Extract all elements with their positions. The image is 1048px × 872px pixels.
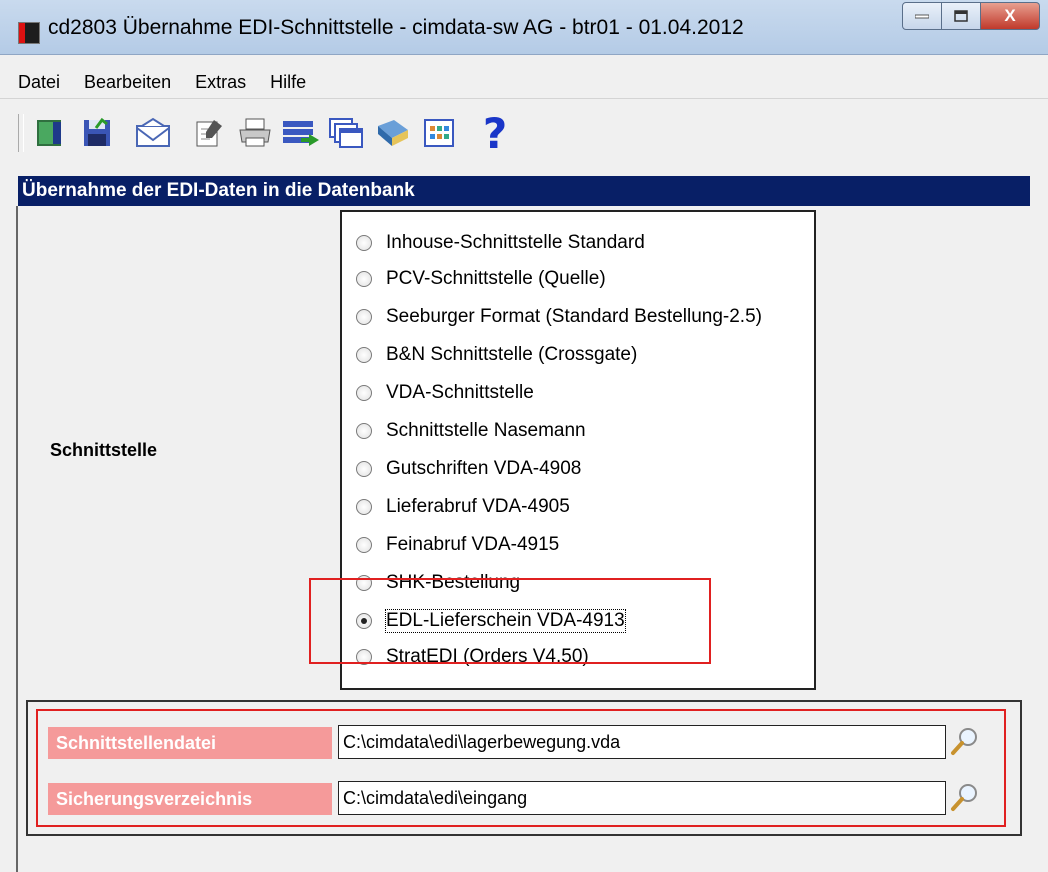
maximize-button[interactable] <box>942 2 981 30</box>
radio-label: Feinabruf VDA-4915 <box>386 534 560 555</box>
print-icon <box>239 118 271 147</box>
maximize-icon <box>954 10 968 22</box>
toolbar: ? <box>0 104 1048 162</box>
windows-button[interactable] <box>327 113 367 153</box>
section-header: Übernahme der EDI-Daten in die Datenbank <box>18 176 1030 206</box>
grid-calendar-icon <box>424 119 454 147</box>
minimize-button[interactable] <box>902 2 942 30</box>
close-icon: X <box>1004 6 1016 25</box>
radio-option-feinabruf[interactable]: Feinabruf VDA-4915 <box>356 530 559 560</box>
save-button[interactable] <box>77 113 117 153</box>
radio-button[interactable] <box>356 499 372 515</box>
radio-label: PCV-Schnittstelle (Quelle) <box>386 268 606 289</box>
app-icon <box>18 22 40 44</box>
menu-hilfe[interactable]: Hilfe <box>258 72 318 93</box>
edit-document-icon <box>196 120 222 147</box>
sicherungsverzeichnis-input[interactable] <box>338 781 946 815</box>
magnifier-icon <box>951 728 977 755</box>
radio-option-inhouse[interactable]: Inhouse-Schnittstelle Standard <box>356 228 645 258</box>
menu-bearbeiten[interactable]: Bearbeiten <box>72 72 183 93</box>
help-icon: ? <box>482 108 508 158</box>
radio-option-nasemann[interactable]: Schnittstelle Nasemann <box>356 416 586 446</box>
radio-button[interactable] <box>356 423 372 439</box>
transfer-icon <box>283 121 319 146</box>
schnittstellendatei-label: Schnittstellendatei <box>48 727 332 759</box>
radio-button[interactable] <box>356 309 372 325</box>
edit-button[interactable] <box>189 113 229 153</box>
menu-datei[interactable]: Datei <box>0 72 72 93</box>
window-titlebar: cd2803 Übernahme EDI-Schnittstelle - cim… <box>0 0 1048 55</box>
radio-label: B&N Schnittstelle (Crossgate) <box>386 344 638 365</box>
sicherungsverzeichnis-label: Sicherungsverzeichnis <box>48 783 332 815</box>
schnittstelle-label: Schnittstelle <box>50 440 158 460</box>
window-title: cd2803 Übernahme EDI-Schnittstelle - cim… <box>48 16 744 39</box>
help-button[interactable]: ? <box>475 109 515 158</box>
print-button[interactable] <box>235 113 275 153</box>
close-button[interactable]: X <box>981 2 1040 30</box>
radio-button[interactable] <box>356 235 372 251</box>
radio-label: Lieferabruf VDA-4905 <box>386 496 570 517</box>
radio-label: VDA-Schnittstelle <box>386 382 534 403</box>
minimize-icon <box>915 14 929 19</box>
mail-button[interactable] <box>133 113 173 153</box>
transfer-button[interactable] <box>281 113 321 153</box>
exit-button[interactable] <box>31 113 71 153</box>
radio-option-lieferabruf[interactable]: Lieferabruf VDA-4905 <box>356 492 570 522</box>
exit-door-icon <box>37 120 61 146</box>
magnifier-icon <box>951 784 977 811</box>
grid-button[interactable] <box>419 113 459 153</box>
highlight-annotation <box>309 578 711 664</box>
radio-option-bn[interactable]: B&N Schnittstelle (Crossgate) <box>356 340 637 370</box>
radio-button[interactable] <box>356 537 372 553</box>
book-button[interactable] <box>373 113 413 153</box>
radio-label: Gutschriften VDA-4908 <box>386 458 582 479</box>
radio-option-gutschriften[interactable]: Gutschriften VDA-4908 <box>356 454 581 484</box>
save-disk-icon <box>84 117 110 146</box>
mail-envelope-icon <box>136 117 170 147</box>
schnittstellendatei-input[interactable] <box>338 725 946 759</box>
menu-extras[interactable]: Extras <box>183 72 258 93</box>
radio-button[interactable] <box>356 385 372 401</box>
radio-label: Seeburger Format (Standard Bestellung-2.… <box>386 306 762 327</box>
book-icon <box>378 120 408 146</box>
panel-left-border <box>16 206 18 872</box>
windows-icon <box>329 118 363 148</box>
toolbar-grip <box>18 114 24 152</box>
radio-button[interactable] <box>356 461 372 477</box>
radio-label: Inhouse-Schnittstelle Standard <box>386 232 645 253</box>
radio-option-seeburger[interactable]: Seeburger Format (Standard Bestellung-2.… <box>356 302 762 332</box>
sicherungsverzeichnis-browse-button[interactable] <box>950 782 980 812</box>
radio-option-vda[interactable]: VDA-Schnittstelle <box>356 378 534 408</box>
radio-option-pcv[interactable]: PCV-Schnittstelle (Quelle) <box>356 264 606 294</box>
radio-button[interactable] <box>356 347 372 363</box>
radio-button[interactable] <box>356 271 372 287</box>
schnittstellendatei-browse-button[interactable] <box>950 726 980 756</box>
radio-label: Schnittstelle Nasemann <box>386 420 586 441</box>
menu-bar: Datei Bearbeiten Extras Hilfe <box>0 66 1048 99</box>
